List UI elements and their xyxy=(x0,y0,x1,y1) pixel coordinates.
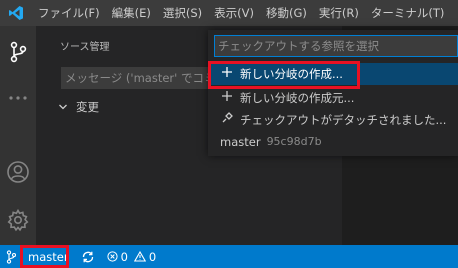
account-icon[interactable] xyxy=(0,154,36,190)
source-control-icon[interactable] xyxy=(0,34,36,70)
branch-name: master xyxy=(220,135,261,149)
menu-go[interactable]: 移動(G) xyxy=(260,0,313,26)
create-branch-from-label: 新しい分岐の作成元... xyxy=(240,91,355,105)
branch-status-item[interactable]: master xyxy=(6,245,69,268)
activity-bar xyxy=(0,26,36,245)
plus-icon xyxy=(220,63,234,85)
git-branch-icon xyxy=(6,249,16,264)
chevron-down-icon xyxy=(59,104,67,110)
error-icon xyxy=(106,251,118,262)
warning-icon xyxy=(133,251,146,262)
checkout-detached-label: チェックアウトがデタッチされました... xyxy=(240,113,447,127)
error-count: 0 xyxy=(120,249,128,264)
create-branch-item[interactable]: 新しい分岐の作成... xyxy=(208,63,458,85)
commit-hash: 95c98d7b xyxy=(266,135,322,148)
menu-file[interactable]: ファイル(F) xyxy=(32,0,106,26)
menu-bar: ファイル(F) 編集(E) 選択(S) 表示(V) 移動(G) 実行(R) ター… xyxy=(0,0,458,26)
menu-selection[interactable]: 選択(S) xyxy=(157,0,208,26)
create-branch-from-item[interactable]: 新しい分岐の作成元... xyxy=(208,87,458,109)
changes-group[interactable]: 変更 xyxy=(58,99,99,115)
checkout-detached-item[interactable]: チェックアウトがデタッチされました... xyxy=(208,109,458,131)
menu-terminal[interactable]: ターミナル(T) xyxy=(365,0,451,26)
menu-run[interactable]: 実行(R) xyxy=(313,0,365,26)
debug-disconnect-icon xyxy=(220,109,234,131)
status-bar: master 0 0 xyxy=(0,245,458,268)
panel-title: ソース管理 xyxy=(60,42,110,53)
menu-view[interactable]: 表示(V) xyxy=(208,0,260,26)
branch-master-item[interactable]: master 95c98d7b xyxy=(208,131,458,153)
branch-label: master xyxy=(28,249,69,264)
menu-edit[interactable]: 編集(E) xyxy=(106,0,157,26)
ref-search-input[interactable]: チェックアウトする参照を選択 xyxy=(214,35,458,57)
settings-gear-icon[interactable] xyxy=(0,202,36,238)
plus-icon xyxy=(220,87,234,109)
warning-count: 0 xyxy=(148,249,157,264)
checkout-quick-pick: チェックアウトする参照を選択 新しい分岐の作成... 新しい分岐の作成元... … xyxy=(208,30,458,156)
vscode-logo-icon xyxy=(0,0,32,26)
problems-status-item[interactable]: 0 0 xyxy=(106,249,157,264)
sync-icon xyxy=(82,251,93,262)
sync-button[interactable] xyxy=(81,250,95,264)
create-branch-label: 新しい分岐の作成... xyxy=(240,67,343,81)
changes-label: 変更 xyxy=(76,100,99,114)
more-icon[interactable] xyxy=(0,80,36,116)
